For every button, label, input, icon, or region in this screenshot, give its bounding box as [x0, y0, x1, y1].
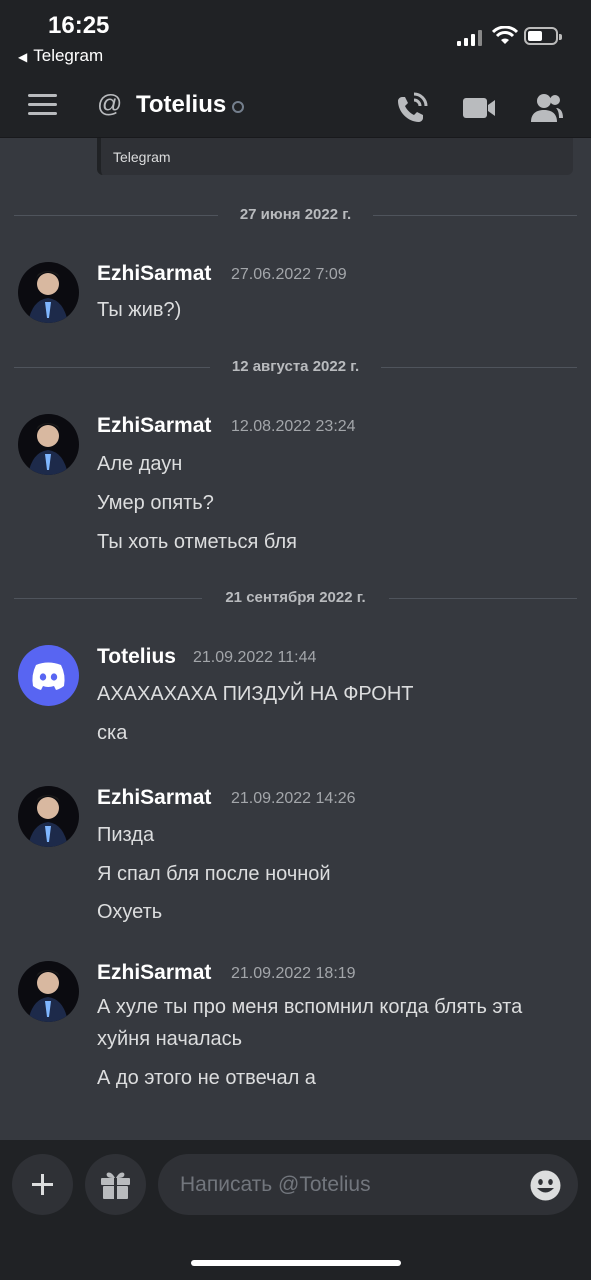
- message-text: Я спал бля после ночной: [97, 863, 331, 885]
- gift-button[interactable]: [85, 1154, 146, 1215]
- message-timestamp: 21.09.2022 11:44: [193, 649, 317, 666]
- message-timestamp: 21.09.2022 18:19: [231, 965, 356, 982]
- message-text: Охуеть: [97, 901, 163, 923]
- offline-status-icon: [232, 101, 244, 113]
- message-author[interactable]: EzhiSarmat: [97, 262, 211, 286]
- user-avatar[interactable]: [18, 262, 79, 323]
- hamburger-icon[interactable]: [28, 94, 57, 116]
- user-avatar[interactable]: [18, 414, 79, 475]
- message-author[interactable]: EzhiSarmat: [97, 961, 211, 985]
- home-indicator[interactable]: [191, 1260, 401, 1266]
- message-composer-bar: [0, 1140, 591, 1280]
- message-text: А хуле ты про меня вспомнил когда блять …: [97, 996, 523, 1050]
- date-divider: 12 августа 2022 г.: [14, 358, 577, 378]
- embed-text: Telegram: [113, 149, 171, 165]
- wifi-icon: [492, 26, 518, 44]
- message-author[interactable]: EzhiSarmat: [97, 786, 211, 810]
- at-icon: @: [97, 90, 123, 118]
- battery-icon: [524, 27, 562, 45]
- message-embed: Telegram: [97, 138, 573, 175]
- message-text: Ты хоть отметься бля: [97, 531, 297, 553]
- video-camera-icon[interactable]: [459, 88, 499, 128]
- message-text: АХАХАХАХА ПИЗДУЙ НА ФРОНТ: [97, 683, 414, 705]
- message-text: ска: [97, 722, 128, 744]
- message-author[interactable]: EzhiSarmat: [97, 414, 211, 438]
- members-icon[interactable]: [526, 88, 566, 128]
- status-time: 16:25: [48, 12, 110, 39]
- user-avatar[interactable]: [18, 961, 79, 1022]
- message-author[interactable]: Totelius: [97, 645, 176, 669]
- channel-title: Totelius: [136, 91, 227, 118]
- message-text: Але даун: [97, 453, 183, 475]
- message-text: Ты жив?): [97, 299, 182, 321]
- channel-header: @ Totelius: [0, 80, 591, 138]
- gift-icon: [101, 1172, 130, 1199]
- message-input[interactable]: [158, 1154, 578, 1215]
- user-avatar[interactable]: [18, 786, 79, 847]
- discord-default-avatar[interactable]: [18, 645, 79, 706]
- message-text: А до этого не отвечал а: [97, 1067, 316, 1089]
- emoji-icon[interactable]: [530, 1170, 561, 1201]
- date-divider: 21 сентября 2022 г.: [14, 589, 577, 609]
- plus-icon: [32, 1174, 53, 1195]
- status-bar: 16:25 ◀ Telegram: [0, 0, 591, 80]
- date-divider-label: 27 июня 2022 г.: [231, 206, 360, 223]
- date-divider-label: 12 августа 2022 г.: [223, 358, 368, 375]
- date-divider: 27 июня 2022 г.: [14, 206, 577, 226]
- message-timestamp: 12.08.2022 23:24: [231, 418, 356, 435]
- message-text: Умер опять?: [97, 492, 214, 514]
- message-timestamp: 21.09.2022 14:26: [231, 790, 356, 807]
- date-divider-label: 21 сентября 2022 г.: [217, 589, 374, 606]
- cellular-signal-icon: [457, 30, 483, 46]
- message-timestamp: 27.06.2022 7:09: [231, 266, 347, 283]
- message-text: Пизда: [97, 824, 155, 846]
- back-app-label: Telegram: [33, 46, 104, 65]
- back-triangle-icon: ◀: [18, 50, 28, 64]
- phone-icon[interactable]: [392, 88, 432, 128]
- back-to-app-link[interactable]: ◀ Telegram: [18, 46, 103, 66]
- add-attachment-button[interactable]: [12, 1154, 73, 1215]
